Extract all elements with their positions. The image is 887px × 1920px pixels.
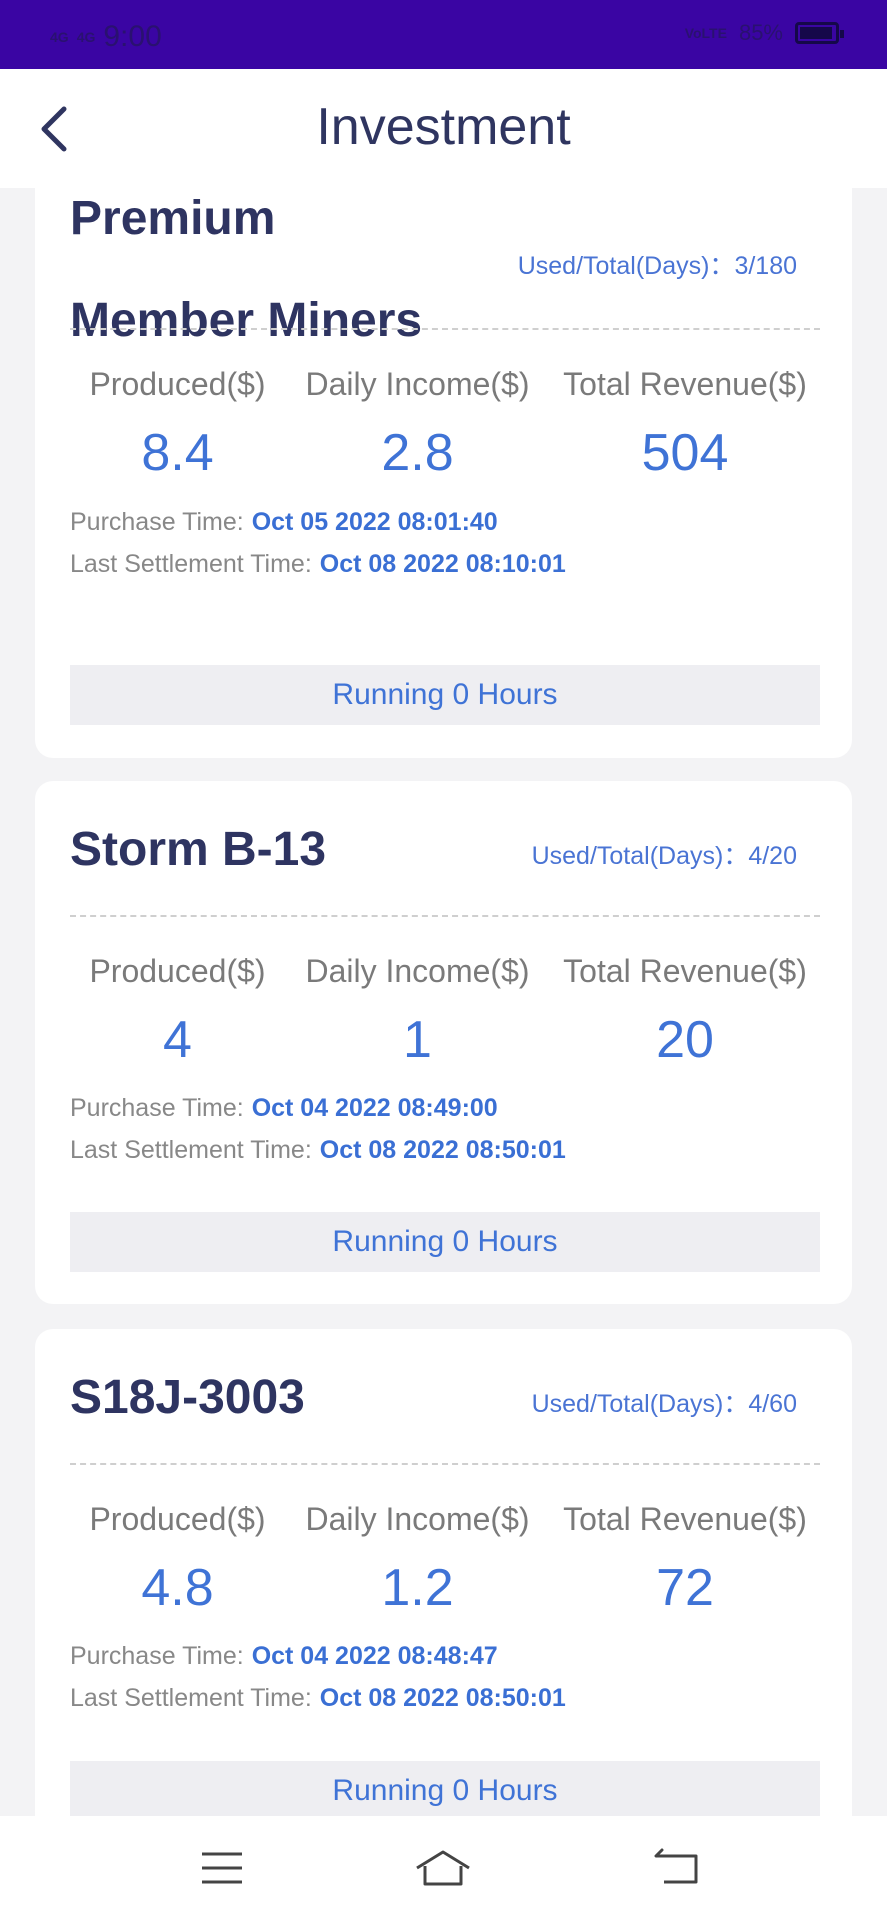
total-revenue-label: Total Revenue($)	[563, 953, 807, 989]
stat-total-revenue: Total Revenue($) 504	[550, 366, 820, 483]
last-settlement-label: Last Settlement Time:	[70, 1684, 312, 1712]
stat-daily-income: Daily Income($) 2.8	[285, 366, 550, 483]
signal-icon-1: 4G	[50, 29, 69, 45]
back-nav-icon[interactable]	[652, 1848, 700, 1888]
purchase-time-value: Oct 04 2022 08:49:00	[251, 1094, 498, 1122]
stats-row: Produced($) 4 Daily Income($) 1 Total Re…	[70, 953, 820, 1070]
app-header: Investment	[0, 69, 887, 188]
last-settlement-value: Oct 08 2022 08:10:01	[319, 550, 566, 578]
daily-income-value: 1	[403, 1011, 432, 1069]
card-name: Storm B-13	[70, 823, 327, 876]
purchase-time-label: Purchase Time:	[70, 508, 244, 536]
last-settlement-label: Last Settlement Time:	[70, 550, 312, 578]
status-bar: 4G 4G 9:00 VoLTE 85%	[0, 0, 887, 69]
home-icon[interactable]	[413, 1848, 473, 1888]
produced-value: 4	[163, 1011, 192, 1069]
produced-value: 4.8	[141, 1559, 214, 1617]
days-used-total: Used/Total(Days)：4/60	[532, 1384, 797, 1420]
total-revenue-label: Total Revenue($)	[563, 1501, 807, 1537]
daily-income-label: Daily Income($)	[305, 953, 530, 989]
stat-produced: Produced($) 4	[70, 953, 285, 1070]
battery-icon	[795, 22, 844, 44]
purchase-time-label: Purchase Time:	[70, 1094, 244, 1122]
stat-total-revenue: Total Revenue($) 20	[550, 953, 820, 1070]
running-status: Running 0 Hours	[70, 1212, 820, 1272]
produced-label: Produced($)	[89, 953, 266, 989]
last-settlement-time: Last Settlement Time: Oct 08 2022 08:50:0…	[70, 1684, 566, 1713]
days-label: Used/Total(Days)：	[531, 1390, 749, 1418]
last-settlement-value: Oct 08 2022 08:50:01	[319, 1136, 566, 1164]
days-value: 3/180	[734, 252, 797, 280]
purchase-time: Purchase Time: Oct 04 2022 08:48:47	[70, 1642, 498, 1671]
page-title: Investment	[316, 98, 571, 156]
divider	[70, 1463, 820, 1465]
stat-daily-income: Daily Income($) 1.2	[285, 1501, 550, 1618]
produced-label: Produced($)	[89, 366, 266, 402]
system-nav-bar	[0, 1816, 887, 1920]
volte-icon: VoLTE	[684, 25, 727, 41]
divider	[70, 328, 820, 330]
last-settlement-value: Oct 08 2022 08:50:01	[319, 1684, 566, 1712]
card-name-line2: Member Miners	[70, 294, 423, 347]
purchase-time-value: Oct 05 2022 08:01:40	[251, 508, 498, 536]
stats-row: Produced($) 8.4 Daily Income($) 2.8 Tota…	[70, 366, 820, 483]
status-time: 9:00	[103, 20, 162, 53]
last-settlement-label: Last Settlement Time:	[70, 1136, 312, 1164]
purchase-time: Purchase Time: Oct 05 2022 08:01:40	[70, 508, 498, 537]
total-revenue-value: 72	[656, 1559, 714, 1617]
total-revenue-value: 20	[656, 1011, 714, 1069]
days-label: Used/Total(Days)：	[531, 842, 749, 870]
daily-income-value: 2.8	[381, 424, 454, 482]
daily-income-label: Daily Income($)	[305, 1501, 530, 1537]
last-settlement-time: Last Settlement Time: Oct 08 2022 08:10:0…	[70, 550, 566, 579]
total-revenue-label: Total Revenue($)	[563, 366, 807, 402]
total-revenue-value: 504	[641, 424, 729, 482]
last-settlement-time: Last Settlement Time: Oct 08 2022 08:50:0…	[70, 1136, 566, 1165]
investment-card: S18J-3003 Used/Total(Days)：4/60 Produced…	[35, 1329, 852, 1816]
stat-daily-income: Daily Income($) 1	[285, 953, 550, 1070]
days-used-total: Used/Total(Days)：4/20	[532, 836, 797, 872]
divider	[70, 915, 820, 917]
purchase-time-value: Oct 04 2022 08:48:47	[251, 1642, 498, 1670]
stat-produced: Produced($) 4.8	[70, 1501, 285, 1618]
menu-icon[interactable]	[198, 1848, 246, 1888]
investment-card: Storm B-13 Used/Total(Days)：4/20 Produce…	[35, 781, 852, 1304]
running-status: Running 0 Hours	[70, 1761, 820, 1816]
days-value: 4/20	[748, 842, 797, 870]
daily-income-value: 1.2	[381, 1559, 454, 1617]
stats-row: Produced($) 4.8 Daily Income($) 1.2 Tota…	[70, 1501, 820, 1618]
battery-percent: 85%	[738, 20, 783, 45]
stat-total-revenue: Total Revenue($) 72	[550, 1501, 820, 1618]
days-value: 4/60	[748, 1390, 797, 1418]
investment-card: Premium Member Miners Used/Total(Days)：3…	[35, 188, 852, 758]
produced-value: 8.4	[141, 424, 214, 482]
purchase-time: Purchase Time: Oct 04 2022 08:49:00	[70, 1094, 498, 1123]
days-used-total: Used/Total(Days)：3/180	[518, 246, 797, 282]
card-name: S18J-3003	[70, 1371, 305, 1424]
purchase-time-label: Purchase Time:	[70, 1642, 244, 1670]
signal-icon-2: 4G	[76, 29, 96, 45]
daily-income-label: Daily Income($)	[305, 366, 530, 402]
produced-label: Produced($)	[89, 1501, 266, 1537]
investment-list[interactable]: Premium Member Miners Used/Total(Days)：3…	[0, 188, 887, 1816]
card-name-line1: Premium	[70, 192, 276, 245]
days-label: Used/Total(Days)：	[517, 252, 735, 280]
stat-produced: Produced($) 8.4	[70, 366, 285, 483]
running-status: Running 0 Hours	[70, 665, 820, 725]
